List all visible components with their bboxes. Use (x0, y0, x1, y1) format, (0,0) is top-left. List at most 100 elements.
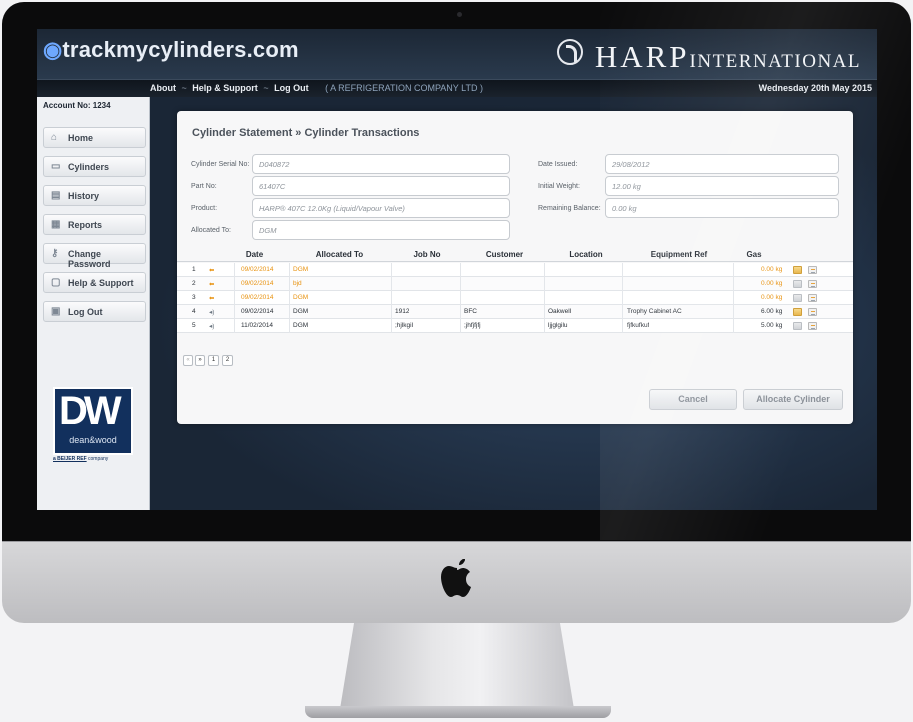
document-icon[interactable] (808, 308, 817, 316)
col-gas[interactable]: Gas (739, 250, 769, 259)
folder-icon[interactable] (793, 266, 802, 274)
column-divider (733, 263, 734, 277)
column-divider (544, 291, 545, 305)
row-allocated: DGM (293, 308, 309, 315)
brand-logo[interactable]: ◉trackmycylinders.com (43, 37, 299, 63)
sidebar-item-label: Log Out (68, 307, 103, 317)
column-divider (622, 305, 623, 319)
sidebar-item-logout[interactable]: ▣ Log Out (43, 301, 146, 322)
column-divider (460, 277, 461, 291)
allocate-cylinder-button[interactable]: Allocate Cylinder (743, 389, 843, 410)
folder-icon[interactable] (793, 322, 802, 330)
column-divider (622, 263, 623, 277)
sidebar: Account No: 1234 ⌂ Home ▭ Cylinders ▤ Histo… (37, 97, 150, 510)
sidebar-item-label: Change Password (68, 249, 111, 269)
document-icon[interactable] (808, 280, 817, 288)
col-allocated-to[interactable]: Allocated To (292, 250, 387, 259)
table-row[interactable]: 2 ⬅ 09/02/2014 bjd 0.00 kg (177, 277, 853, 291)
remaining-label: Remaining Balance: (538, 205, 601, 212)
document-icon[interactable] (808, 322, 817, 330)
column-divider (733, 319, 734, 333)
table-header: Date Allocated To Job No Customer Locati… (177, 248, 853, 262)
row-customer: ;jhfjfjfj (464, 322, 481, 329)
pager-prev-button[interactable]: « (183, 355, 193, 366)
column-divider (460, 291, 461, 305)
row-allocated: bjd (293, 280, 302, 287)
folder-icon[interactable] (793, 294, 802, 302)
col-date[interactable]: Date (232, 250, 277, 259)
header-banner: ◉trackmycylinders.com HARPINTERNATIONAL (37, 29, 877, 79)
document-icon[interactable] (808, 294, 817, 302)
row-gas: 0.00 kg (761, 294, 783, 301)
date-issued-field[interactable]: 29/08/2012 (605, 154, 839, 174)
column-divider (460, 305, 461, 319)
apple-logo-icon (441, 559, 471, 597)
nav-help-link[interactable]: Help & Support (192, 83, 258, 93)
screen: ◉trackmycylinders.com HARPINTERNATIONAL … (37, 29, 877, 510)
row-equipment-ref: fjfkufkuf (627, 322, 650, 329)
row-date: 09/02/2014 (241, 294, 274, 301)
column-divider (622, 277, 623, 291)
document-icon[interactable] (808, 266, 817, 274)
column-divider (234, 263, 235, 277)
column-divider (234, 305, 235, 319)
column-divider (733, 277, 734, 291)
table-row[interactable]: 1 ⬅ 09/02/2014 DGM 0.00 kg (177, 263, 853, 277)
cancel-button[interactable]: Cancel (649, 389, 737, 410)
table-row[interactable]: 4 ◂) 09/02/2014 DGM 1912 BFC Oakwell Tro… (177, 305, 853, 319)
sidebar-item-home[interactable]: ⌂ Home (43, 127, 146, 148)
sidebar-item-help[interactable]: ▢ Help & Support (43, 272, 146, 293)
pager-page-2[interactable]: 2 (222, 355, 233, 366)
row-job-no: 1912 (395, 308, 410, 315)
nav-about-link[interactable]: About (150, 83, 176, 93)
part-field[interactable]: 61407C (252, 176, 510, 196)
nav-separator: ~ (263, 83, 269, 93)
pager-next-button[interactable]: » (195, 355, 205, 366)
column-divider (391, 291, 392, 305)
col-job-no[interactable]: Job No (392, 250, 462, 259)
row-date: 09/02/2014 (241, 280, 274, 287)
harp-emblem-icon (556, 39, 583, 65)
tagline-rest: company (86, 456, 109, 462)
top-nav: About ~ Help & Support ~ Log Out ( A REF… (37, 79, 877, 97)
column-divider (234, 319, 235, 333)
column-divider (234, 291, 235, 305)
row-location: Oakwell (548, 308, 572, 315)
column-divider (289, 305, 290, 319)
folder-icon[interactable] (793, 280, 802, 288)
row-gas: 6.00 kg (761, 308, 783, 315)
sidebar-item-cylinders[interactable]: ▭ Cylinders (43, 156, 146, 177)
row-allocated: DGM (293, 322, 309, 329)
dw-letters: DW (59, 389, 122, 433)
column-divider (289, 319, 290, 333)
key-icon: ⚷ (51, 248, 59, 259)
col-customer[interactable]: Customer (462, 250, 547, 259)
row-date: 11/02/2014 (241, 322, 274, 329)
folder-icon[interactable] (793, 308, 802, 316)
sidebar-item-change-password[interactable]: ⚷ Change Password (43, 243, 146, 269)
row-date: 09/02/2014 (241, 266, 274, 273)
dean-wood-logo[interactable]: DW dean&wood (53, 387, 133, 455)
column-divider (460, 319, 461, 333)
nav-logout-link[interactable]: Log Out (274, 83, 309, 93)
sidebar-item-label: Help & Support (68, 278, 134, 288)
current-date: Wednesday 20th May 2015 (758, 83, 872, 93)
col-location[interactable]: Location (547, 250, 625, 259)
sidebar-item-history[interactable]: ▤ History (43, 185, 146, 206)
initial-weight-field[interactable]: 12.00 kg (605, 176, 839, 196)
table-row[interactable]: 3 ⬅ 09/02/2014 DGM 0.00 kg (177, 291, 853, 305)
lock-icon: ▣ (51, 306, 61, 317)
serial-field[interactable]: D040872 (252, 154, 510, 174)
sidebar-item-reports[interactable]: ▦ Reports (43, 214, 146, 235)
pager-page-1[interactable]: 1 (208, 355, 219, 366)
home-icon: ⌂ (51, 132, 58, 143)
row-date: 09/02/2014 (241, 308, 274, 315)
product-field[interactable]: HARP® 407C 12.0Kg (Liquid/Vapour Valve) (252, 198, 510, 218)
allocated-field[interactable]: DGM (252, 220, 510, 240)
remaining-field[interactable]: 0.00 kg (605, 198, 839, 218)
column-divider (391, 277, 392, 291)
row-gas: 0.00 kg (761, 280, 783, 287)
table-row[interactable]: 5 ◂) 11/02/2014 DGM ;hjlkgil ;jhfjfjfj l… (177, 319, 853, 333)
arrow-left-icon: ⬅ (209, 267, 215, 274)
col-equipment-ref[interactable]: Equipment Ref (625, 250, 733, 259)
